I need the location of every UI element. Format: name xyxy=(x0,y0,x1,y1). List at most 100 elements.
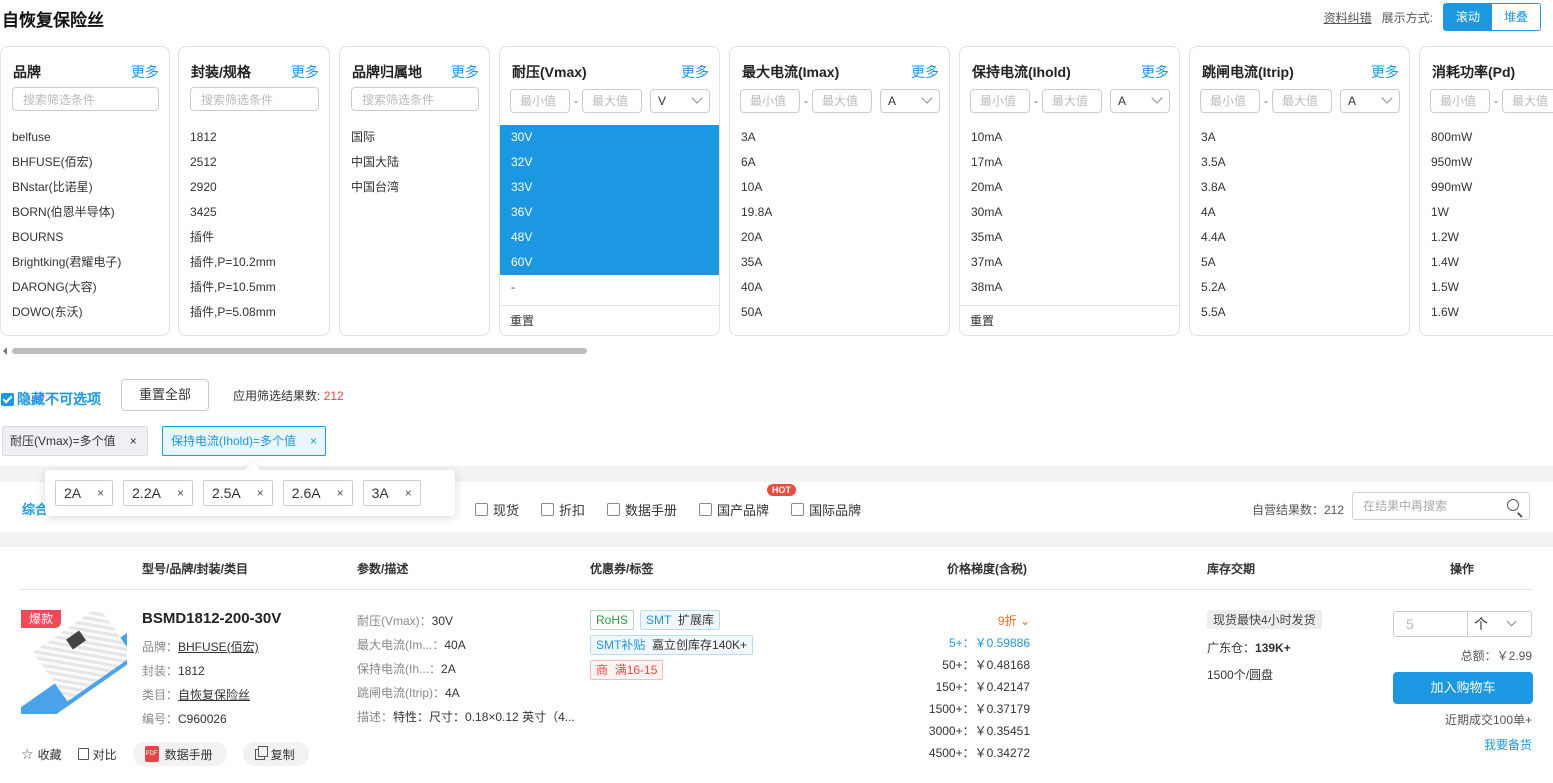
reset-button[interactable]: 重置 xyxy=(960,305,1179,335)
filter-option[interactable]: 37mA xyxy=(960,250,1179,275)
filter-option[interactable]: 950mW xyxy=(1420,150,1553,175)
active-filter-chip-selected[interactable]: 保持电流(Ihold)=多个值 × xyxy=(162,426,327,456)
filter-option[interactable]: BHFUSE(佰宏) xyxy=(1,150,169,175)
max-input[interactable]: 最大值 xyxy=(1502,89,1553,113)
close-icon[interactable]: × xyxy=(337,481,344,505)
filter-option[interactable]: 插件,P=5.08mm xyxy=(179,300,329,325)
filter-option[interactable]: 1812 xyxy=(179,125,329,150)
filter-option[interactable]: 40A xyxy=(730,275,949,300)
filter-option[interactable]: DOWO(东沃) xyxy=(1,300,169,325)
max-input[interactable]: 最大值 xyxy=(1042,89,1102,113)
stock-up-link[interactable]: 我要备货 xyxy=(1393,736,1532,753)
more-link[interactable]: 更多 xyxy=(291,62,319,82)
filter-option-selected[interactable]: 32V xyxy=(500,150,719,175)
datasheet-checkbox[interactable]: 数据手册 xyxy=(607,500,677,519)
filter-option[interactable]: belfuse xyxy=(1,125,169,150)
filter-option[interactable]: 50A xyxy=(730,300,949,325)
close-icon[interactable]: × xyxy=(257,481,264,505)
unit-select[interactable]: A xyxy=(1340,89,1400,113)
filter-search-input[interactable]: 搜索筛选条件 xyxy=(12,87,159,111)
reset-all-button[interactable]: 重置全部 xyxy=(121,379,209,411)
filter-option[interactable]: 中国台湾 xyxy=(340,175,489,200)
filter-option[interactable]: BNstar(比诺星) xyxy=(1,175,169,200)
brand-link[interactable]: BHFUSE(佰宏) xyxy=(178,640,259,654)
unit-select[interactable]: A xyxy=(880,89,940,113)
close-icon[interactable]: × xyxy=(177,481,184,505)
more-link[interactable]: 更多 xyxy=(911,62,939,82)
error-report-link[interactable]: 资料纠错 xyxy=(1324,9,1372,26)
quantity-input[interactable]: 5 xyxy=(1394,612,1468,636)
filter-option[interactable]: 1.2W xyxy=(1420,225,1553,250)
copy-button[interactable]: 复制 xyxy=(242,742,309,766)
close-icon[interactable]: × xyxy=(405,481,412,505)
min-input[interactable]: 最小值 xyxy=(1430,89,1490,113)
intl-brand-checkbox[interactable]: 国际品牌 xyxy=(791,500,861,519)
filter-option[interactable]: 插件 xyxy=(179,225,329,250)
filter-option[interactable]: 插件,P=10.2mm xyxy=(179,250,329,275)
filter-option[interactable]: 1.6W xyxy=(1420,300,1553,325)
filter-option[interactable]: 30mA xyxy=(960,200,1179,225)
value-tag[interactable]: 2A × xyxy=(55,480,114,506)
close-icon[interactable]: × xyxy=(97,481,104,505)
hide-unavailable-checkbox[interactable]: 隐藏不可选项 xyxy=(1,389,101,409)
close-icon[interactable]: × xyxy=(310,427,317,455)
max-input[interactable]: 最大值 xyxy=(1272,89,1332,113)
value-tag[interactable]: 3A × xyxy=(362,480,421,506)
category-link[interactable]: 自恢复保险丝 xyxy=(178,688,250,702)
close-icon[interactable]: × xyxy=(130,427,137,455)
filter-option[interactable]: Brightking(君耀电子) xyxy=(1,250,169,275)
filter-option[interactable]: 19.8A xyxy=(730,200,949,225)
filter-option[interactable]: 5.2A xyxy=(1190,275,1409,300)
filter-option[interactable]: 3425 xyxy=(179,200,329,225)
filter-option[interactable]: 4.4A xyxy=(1190,225,1409,250)
favorite-button[interactable]: ☆ 收藏 xyxy=(21,746,62,763)
filter-search-input[interactable]: 搜索筛选条件 xyxy=(351,87,479,111)
filter-option[interactable]: 1.4W xyxy=(1420,250,1553,275)
filter-option[interactable]: 17mA xyxy=(960,150,1179,175)
filter-option-selected[interactable]: 33V xyxy=(500,175,719,200)
filter-option[interactable]: 35mA xyxy=(960,225,1179,250)
filter-option[interactable]: 1W xyxy=(1420,200,1553,225)
min-input[interactable]: 最小值 xyxy=(1200,89,1260,113)
quantity-stepper[interactable]: 5 个 xyxy=(1393,611,1532,637)
active-filter-chip[interactable]: 耐压(Vmax)=多个值 × xyxy=(2,426,148,456)
result-search-input[interactable]: 在结果中再搜索 xyxy=(1352,492,1530,520)
filter-option[interactable]: 38mA xyxy=(960,275,1179,300)
min-input[interactable]: 最小值 xyxy=(510,89,570,113)
filter-option[interactable]: 3A xyxy=(1190,125,1409,150)
mode-scroll-button[interactable]: 滚动 xyxy=(1444,4,1492,30)
datasheet-button[interactable]: PDF 数据手册 xyxy=(132,742,227,766)
filter-option[interactable]: 3.8A xyxy=(1190,175,1409,200)
min-input[interactable]: 最小值 xyxy=(970,89,1030,113)
filter-option[interactable]: 2920 xyxy=(179,175,329,200)
min-input[interactable]: 最小值 xyxy=(740,89,800,113)
unit-select[interactable]: 个 xyxy=(1468,612,1494,636)
more-link[interactable]: 更多 xyxy=(451,62,479,82)
compare-button[interactable]: 对比 xyxy=(77,746,117,763)
filter-search-input[interactable]: 搜索筛选条件 xyxy=(190,87,319,111)
max-input[interactable]: 最大值 xyxy=(582,89,642,113)
filter-option[interactable]: 插件,P=10.5mm xyxy=(179,275,329,300)
in-stock-checkbox[interactable]: 现货 xyxy=(475,500,519,519)
filter-option[interactable]: 20mA xyxy=(960,175,1179,200)
filter-option[interactable]: 2512 xyxy=(179,150,329,175)
filter-option[interactable]: - xyxy=(500,275,719,300)
filter-option[interactable]: 中国大陆 xyxy=(340,150,489,175)
filter-option-selected[interactable]: 36V xyxy=(500,200,719,225)
filter-option[interactable]: 800mW xyxy=(1420,125,1553,150)
unit-select[interactable]: V xyxy=(650,89,710,113)
filter-option[interactable]: 10A xyxy=(730,175,949,200)
mode-stack-button[interactable]: 堆叠 xyxy=(1492,4,1540,30)
filter-option-selected[interactable]: 60V xyxy=(500,250,719,275)
unit-select[interactable]: A xyxy=(1110,89,1170,113)
filter-option[interactable]: BOURNS xyxy=(1,225,169,250)
coupon-tag[interactable]: 商 满16-15 xyxy=(590,660,664,680)
value-tag[interactable]: 2.2A × xyxy=(123,480,193,506)
discount-dropdown[interactable]: 9折 ⌄ xyxy=(880,610,1030,632)
filter-option[interactable]: BORN(伯恩半导体) xyxy=(1,200,169,225)
value-tag[interactable]: 2.6A × xyxy=(282,480,353,506)
more-link[interactable]: 更多 xyxy=(1371,62,1399,82)
product-model[interactable]: BSMD1812-200-30V xyxy=(142,610,281,627)
unit-dropdown[interactable] xyxy=(1494,612,1530,636)
filter-option-selected[interactable]: 30V xyxy=(500,125,719,150)
